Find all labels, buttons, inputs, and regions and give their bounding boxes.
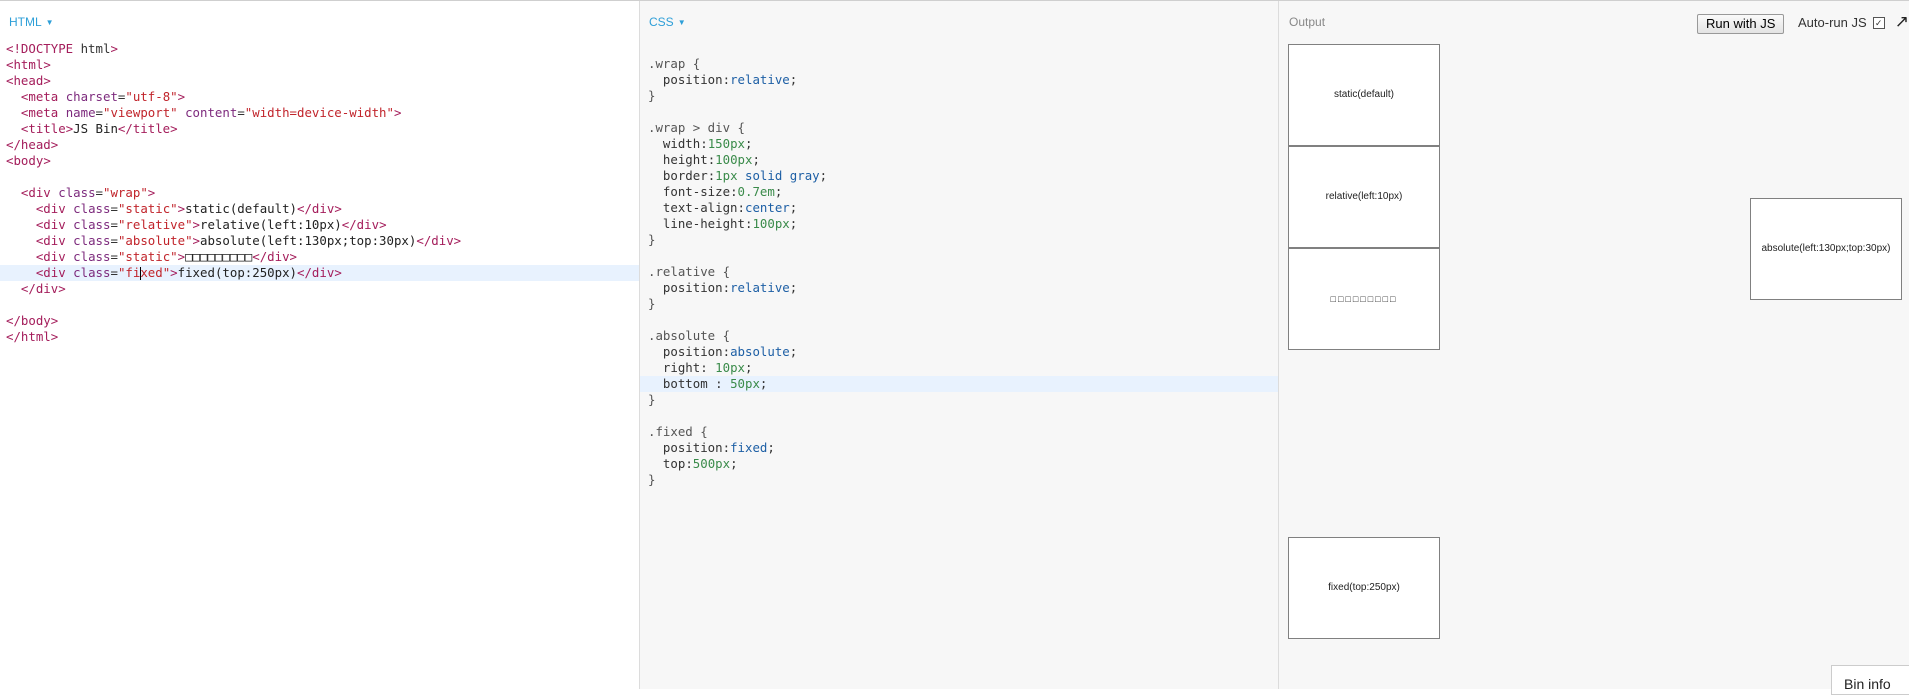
css-code-line[interactable]: } (640, 232, 1278, 248)
html-panel-menu[interactable]: HTML ▼ (9, 15, 54, 29)
chevron-down-icon: ▼ (677, 18, 686, 28)
html-code-line[interactable]: <div class="static">static(default)</div… (0, 201, 639, 217)
html-code-line[interactable]: </body> (0, 313, 639, 329)
css-code-line[interactable] (640, 248, 1278, 264)
html-code-line[interactable] (0, 169, 639, 185)
output-squares-box: □□□□□□□□□ (1288, 248, 1440, 350)
css-code-line[interactable]: .wrap { (640, 56, 1278, 72)
html-code-line[interactable]: </div> (0, 281, 639, 297)
css-code-line[interactable]: } (640, 296, 1278, 312)
html-code-line[interactable]: </head> (0, 137, 639, 153)
css-panel-label: CSS (649, 15, 674, 29)
css-code-line[interactable]: border:1px solid gray; (640, 168, 1278, 184)
output-relative-box: relative(left:10px) (1288, 146, 1440, 248)
html-code-line[interactable]: <meta charset="utf-8"> (0, 89, 639, 105)
auto-run-js-toggle[interactable]: Auto-run JS ✓ (1798, 15, 1885, 30)
html-code-line[interactable]: <!DOCTYPE html> (0, 41, 639, 57)
css-code-line[interactable]: font-size:0.7em; (640, 184, 1278, 200)
css-code-line[interactable]: bottom : 50px; (640, 376, 1278, 392)
css-code-line[interactable]: top:500px; (640, 456, 1278, 472)
html-code-line[interactable]: <body> (0, 153, 639, 169)
html-code-line[interactable]: <div class="relative">relative(left:10px… (0, 217, 639, 233)
auto-run-js-label: Auto-run JS (1798, 15, 1867, 30)
css-code-line[interactable]: .absolute { (640, 328, 1278, 344)
css-code-editor[interactable]: .wrap { position:relative;} .wrap > div {… (640, 56, 1278, 488)
output-panel-label: Output (1289, 15, 1326, 29)
css-code-line[interactable]: position:absolute; (640, 344, 1278, 360)
html-code-line[interactable]: <html> (0, 57, 639, 73)
css-code-line[interactable]: .fixed { (640, 424, 1278, 440)
css-code-line[interactable]: .relative { (640, 264, 1278, 280)
output-fixed-box: fixed(top:250px) (1288, 537, 1440, 639)
expand-icon[interactable]: ↗ (1895, 12, 1909, 32)
html-code-line[interactable]: <head> (0, 73, 639, 89)
css-code-line[interactable]: line-height:100px; (640, 216, 1278, 232)
css-code-line[interactable]: } (640, 392, 1278, 408)
css-code-line[interactable] (640, 408, 1278, 424)
css-panel-menu[interactable]: CSS ▼ (649, 15, 686, 29)
css-code-line[interactable]: right: 10px; (640, 360, 1278, 376)
bin-info-button[interactable]: Bin info (1831, 665, 1909, 695)
html-code-line[interactable] (0, 297, 639, 313)
css-editor-panel: CSS ▼ .wrap { position:relative;} .wrap > … (640, 1, 1279, 689)
html-code-line[interactable]: <meta name="viewport" content="width=dev… (0, 105, 639, 121)
html-panel-label: HTML (9, 15, 42, 29)
html-code-line[interactable]: <title>JS Bin</title> (0, 121, 639, 137)
output-panel: Output Run with JS Auto-run JS ✓ ↗ static… (1279, 1, 1909, 695)
css-code-line[interactable]: .wrap > div { (640, 120, 1278, 136)
css-code-line[interactable]: text-align:center; (640, 200, 1278, 216)
auto-run-js-checkbox[interactable]: ✓ (1872, 17, 1885, 29)
css-code-line[interactable] (640, 104, 1278, 120)
css-code-line[interactable]: height:100px; (640, 152, 1278, 168)
css-code-line[interactable]: } (640, 472, 1278, 488)
css-code-line[interactable] (640, 312, 1278, 328)
css-code-line[interactable]: position:relative; (640, 280, 1278, 296)
output-static-box: static(default) (1288, 44, 1440, 146)
chevron-down-icon: ▼ (45, 18, 54, 28)
output-absolute-box: absolute(left:130px;top:30px) (1750, 198, 1902, 300)
html-code-line[interactable]: <div class="fixed">fixed(top:250px)</div… (0, 265, 639, 281)
css-code-line[interactable]: position:relative; (640, 72, 1278, 88)
css-code-line[interactable]: position:fixed; (640, 440, 1278, 456)
html-code-line[interactable]: <div class="absolute">absolute(left:130p… (0, 233, 639, 249)
run-with-js-button[interactable]: Run with JS (1697, 14, 1785, 34)
html-code-line[interactable]: <div class="wrap"> (0, 185, 639, 201)
html-code-line[interactable]: <div class="static">□□□□□□□□□</div> (0, 249, 639, 265)
html-editor-panel: HTML ▼ <!DOCTYPE html> <html> <head> <meta … (0, 1, 640, 689)
text-cursor (140, 267, 142, 280)
css-code-line[interactable]: } (640, 88, 1278, 104)
css-code-line[interactable]: width:150px; (640, 136, 1278, 152)
html-code-editor[interactable]: <!DOCTYPE html> <html> <head> <meta charse… (0, 41, 639, 345)
html-code-line[interactable]: </html> (0, 329, 639, 345)
